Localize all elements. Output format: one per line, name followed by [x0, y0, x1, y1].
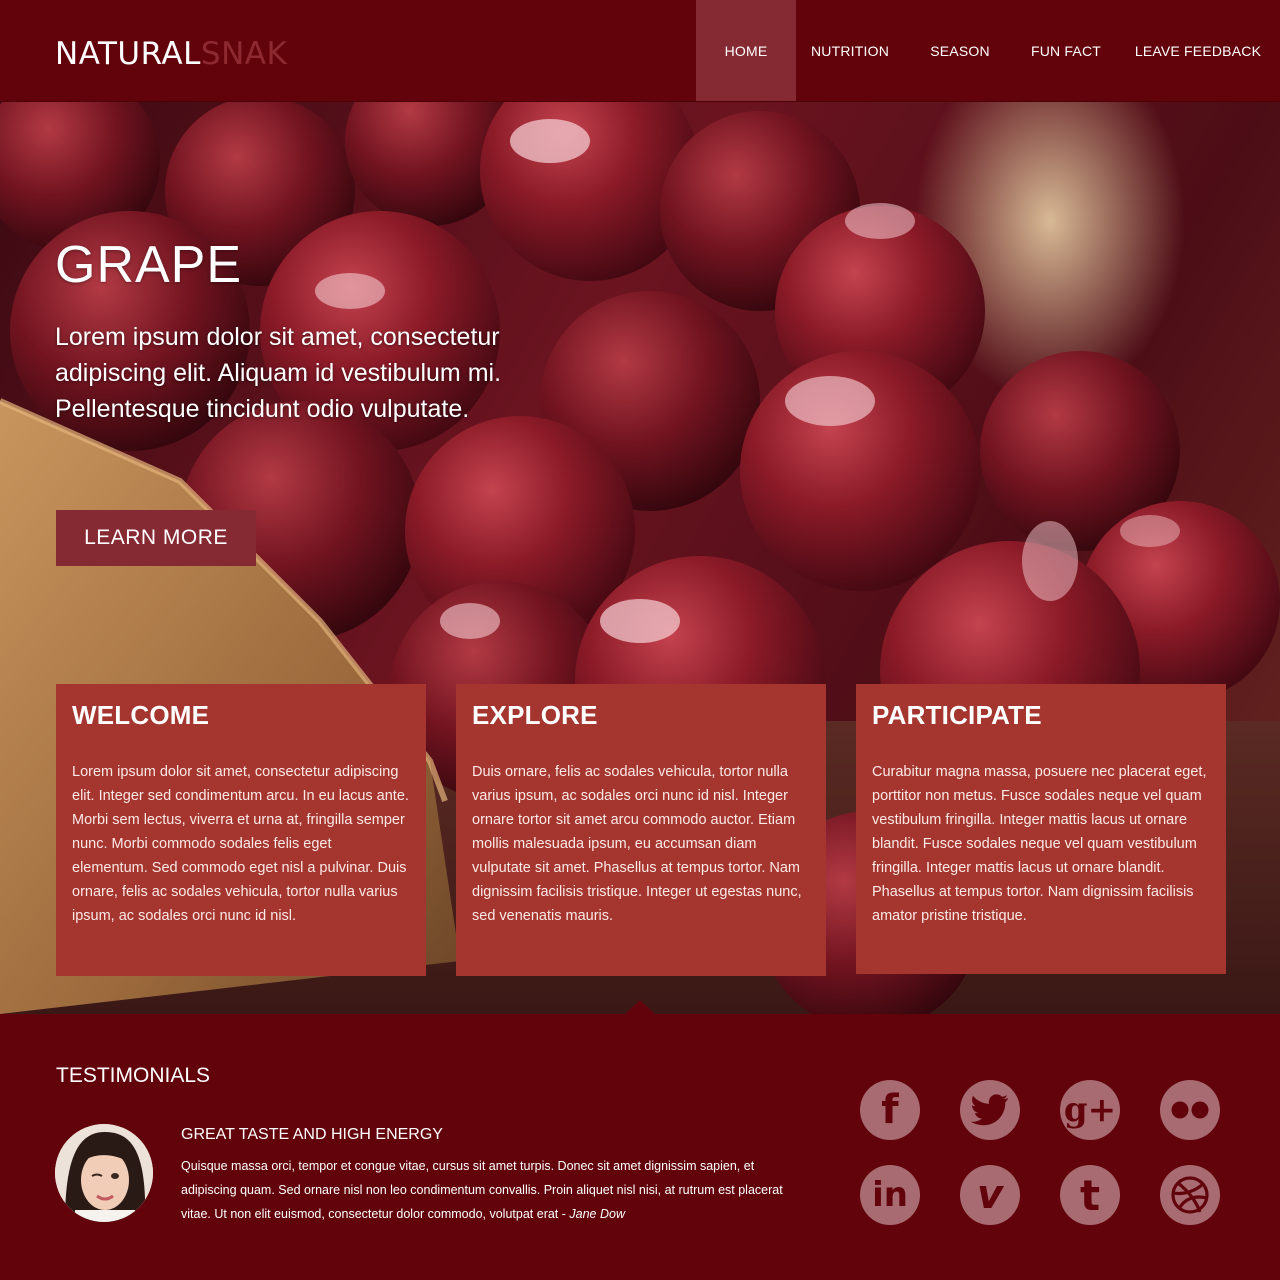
hero-description: Lorem ipsum dolor sit amet, consectetur … — [55, 323, 502, 423]
testimonial-body: Quisque massa orci, tempor et congue vit… — [181, 1159, 783, 1221]
nav-item-fun-fact[interactable]: FUN FACT — [1016, 0, 1116, 101]
learn-more-button[interactable]: LEARN MORE — [56, 510, 256, 566]
social-links: f g+ in v t — [860, 1080, 1222, 1225]
participate-card: PARTICIPATE Curabitur magna massa, posue… — [856, 684, 1226, 974]
welcome-card: WELCOME Lorem ipsum dolor sit amet, cons… — [56, 684, 426, 976]
hero-title: GRAPE — [55, 236, 243, 294]
twitter-icon[interactable] — [960, 1080, 1020, 1140]
card-text: Curabitur magna massa, posuere nec place… — [872, 764, 1207, 924]
logo-text-primary: NATURAL — [55, 36, 201, 72]
nav-item-home[interactable]: HOME — [696, 0, 796, 101]
google-plus-icon[interactable]: g+ — [1060, 1080, 1120, 1140]
avatar — [55, 1124, 153, 1222]
nav-item-nutrition[interactable]: NUTRITION — [796, 0, 904, 101]
footer-section: TESTIMONIALS GREAT TASTE AND HIGH ENERGY… — [0, 1014, 1280, 1280]
tumblr-glyph: t — [1079, 1170, 1101, 1220]
testimonial-text: Quisque massa orci, tempor et congue vit… — [181, 1154, 811, 1226]
card-title: WELCOME — [72, 700, 210, 730]
vimeo-icon[interactable]: v — [960, 1165, 1020, 1225]
linkedin-glyph: in — [872, 1175, 908, 1215]
testimonial-author: Jane Dow — [569, 1207, 625, 1221]
flickr-icon[interactable] — [1160, 1080, 1220, 1140]
hero-section: GRAPE Lorem ipsum dolor sit amet, consec… — [0, 101, 1280, 1014]
vimeo-glyph: v — [976, 1172, 1004, 1218]
card-title: EXPLORE — [472, 700, 598, 730]
google-plus-glyph: g+ — [1063, 1090, 1117, 1130]
section-pointer — [625, 1000, 655, 1014]
nav-item-leave-feedback[interactable]: LEAVE FEEDBACK — [1116, 0, 1280, 101]
testimonials-title: TESTIMONIALS — [56, 1064, 211, 1087]
tumblr-icon[interactable]: t — [1060, 1165, 1120, 1225]
logo-text-secondary: SNAK — [200, 36, 288, 72]
dribbble-icon[interactable] — [1160, 1165, 1220, 1225]
site-header: NATURALSNAK HOME NUTRITION SEASON FUN FA… — [0, 0, 1280, 102]
facebook-glyph: f — [881, 1087, 899, 1133]
testimonial-heading: GREAT TASTE AND HIGH ENERGY — [181, 1126, 443, 1143]
card-text: Lorem ipsum dolor sit amet, consectetur … — [72, 764, 409, 924]
logo[interactable]: NATURALSNAK — [55, 36, 287, 72]
main-nav: HOME NUTRITION SEASON FUN FACT LEAVE FEE… — [696, 0, 1280, 101]
card-title: PARTICIPATE — [872, 700, 1042, 730]
nav-item-season[interactable]: SEASON — [904, 0, 1016, 101]
facebook-icon[interactable]: f — [860, 1080, 920, 1140]
card-text: Duis ornare, felis ac sodales vehicula, … — [472, 764, 802, 924]
linkedin-icon[interactable]: in — [860, 1165, 920, 1225]
explore-card: EXPLORE Duis ornare, felis ac sodales ve… — [456, 684, 826, 976]
